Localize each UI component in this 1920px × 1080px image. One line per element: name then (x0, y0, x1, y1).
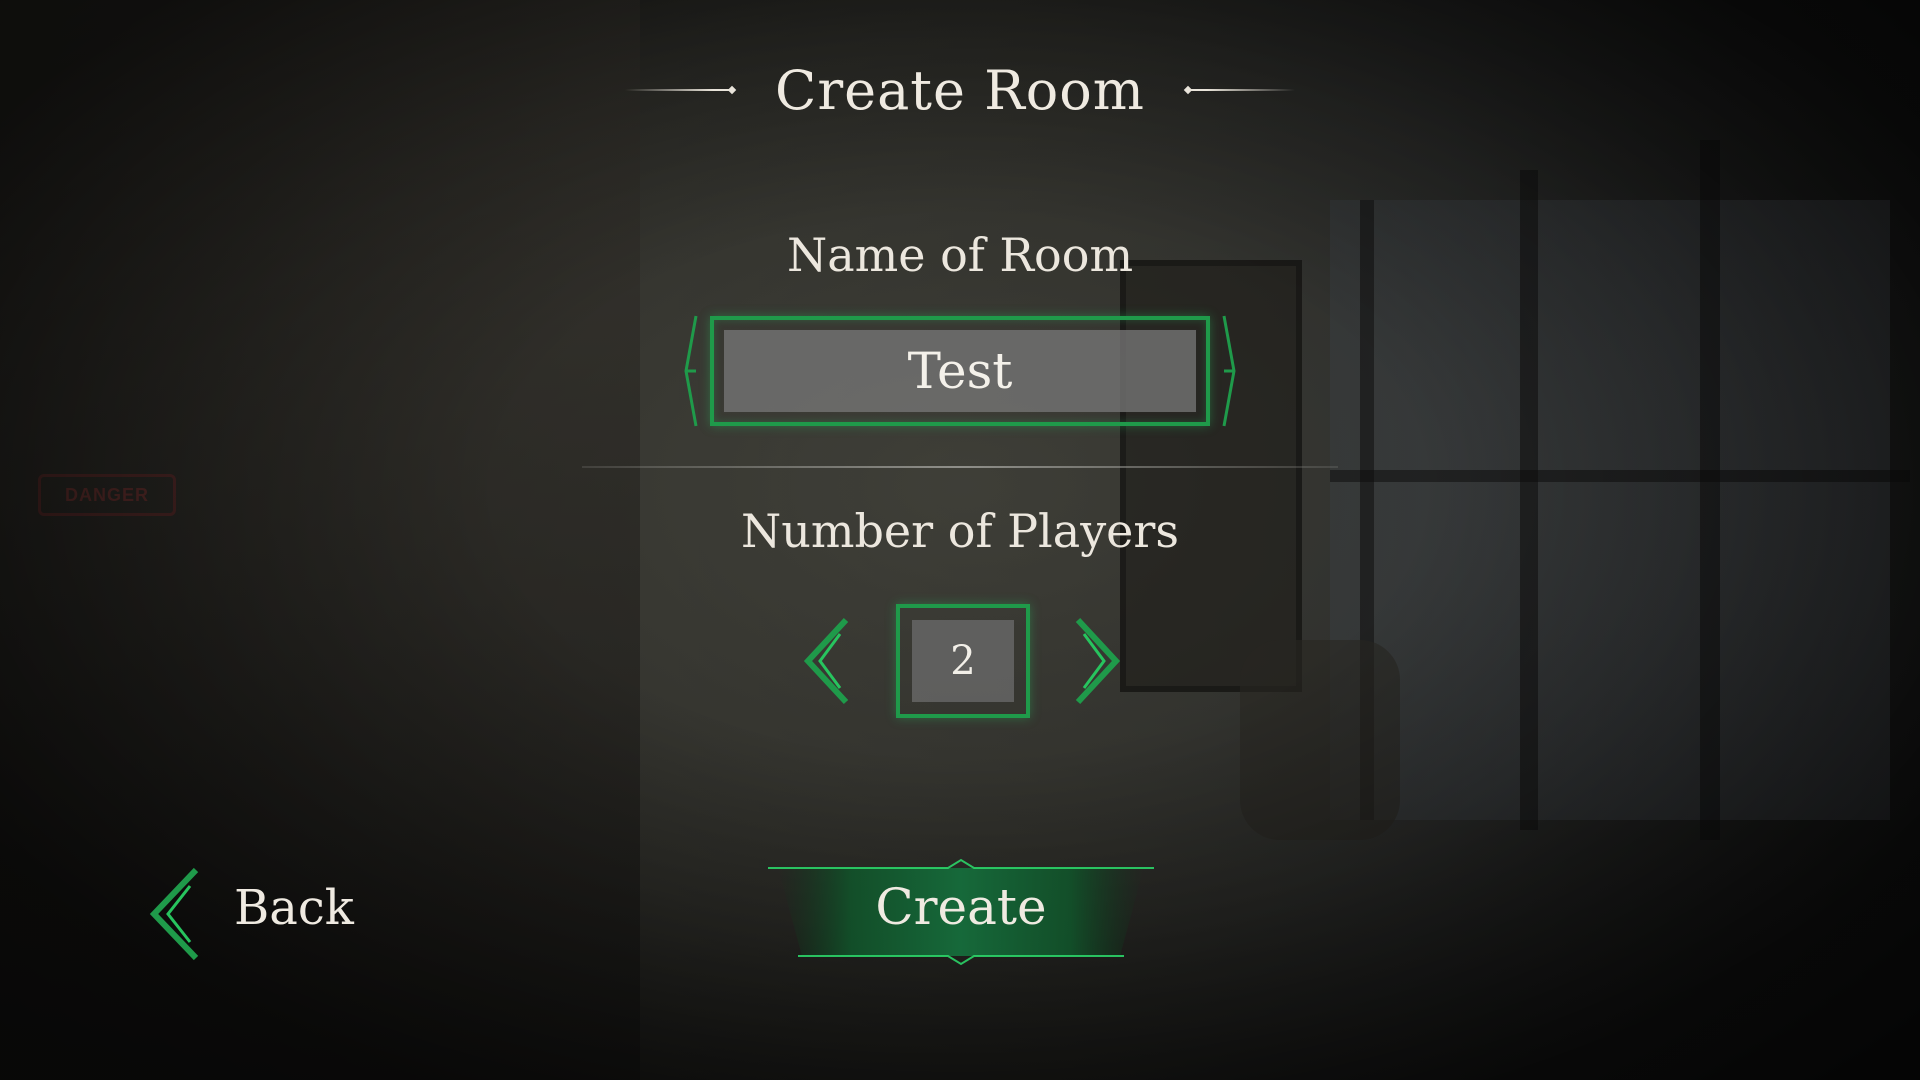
back-button-label: Back (234, 880, 354, 936)
room-name-field (684, 315, 1236, 427)
create-button-label: Create (875, 878, 1047, 936)
bracket-right-icon (1222, 315, 1236, 427)
players-value: 2 (912, 620, 1014, 702)
back-button[interactable]: Back (146, 866, 366, 962)
chevron-left-icon (149, 867, 199, 961)
increase-players-button[interactable] (1068, 616, 1124, 706)
title-flourish-left (625, 87, 735, 93)
decrease-players-button[interactable] (800, 616, 856, 706)
players-stepper: 2 (896, 604, 1030, 718)
window-bar (1330, 470, 1910, 482)
chevron-left-icon (803, 617, 849, 705)
create-room-screen: DANGER Create Room Name of Room Number o… (0, 0, 1920, 1080)
room-name-input[interactable] (724, 330, 1196, 412)
title-flourish-right (1185, 87, 1295, 93)
background-barrel (1240, 640, 1400, 840)
players-label: Number of Players (740, 504, 1179, 558)
room-name-label: Name of Room (786, 228, 1134, 282)
create-button[interactable]: Create (768, 856, 1154, 968)
chevron-right-icon (1075, 617, 1121, 705)
bracket-left-icon (684, 315, 698, 427)
section-divider (582, 466, 1338, 468)
page-title: Create Room (775, 58, 1145, 122)
title-row: Create Room (0, 50, 1920, 130)
